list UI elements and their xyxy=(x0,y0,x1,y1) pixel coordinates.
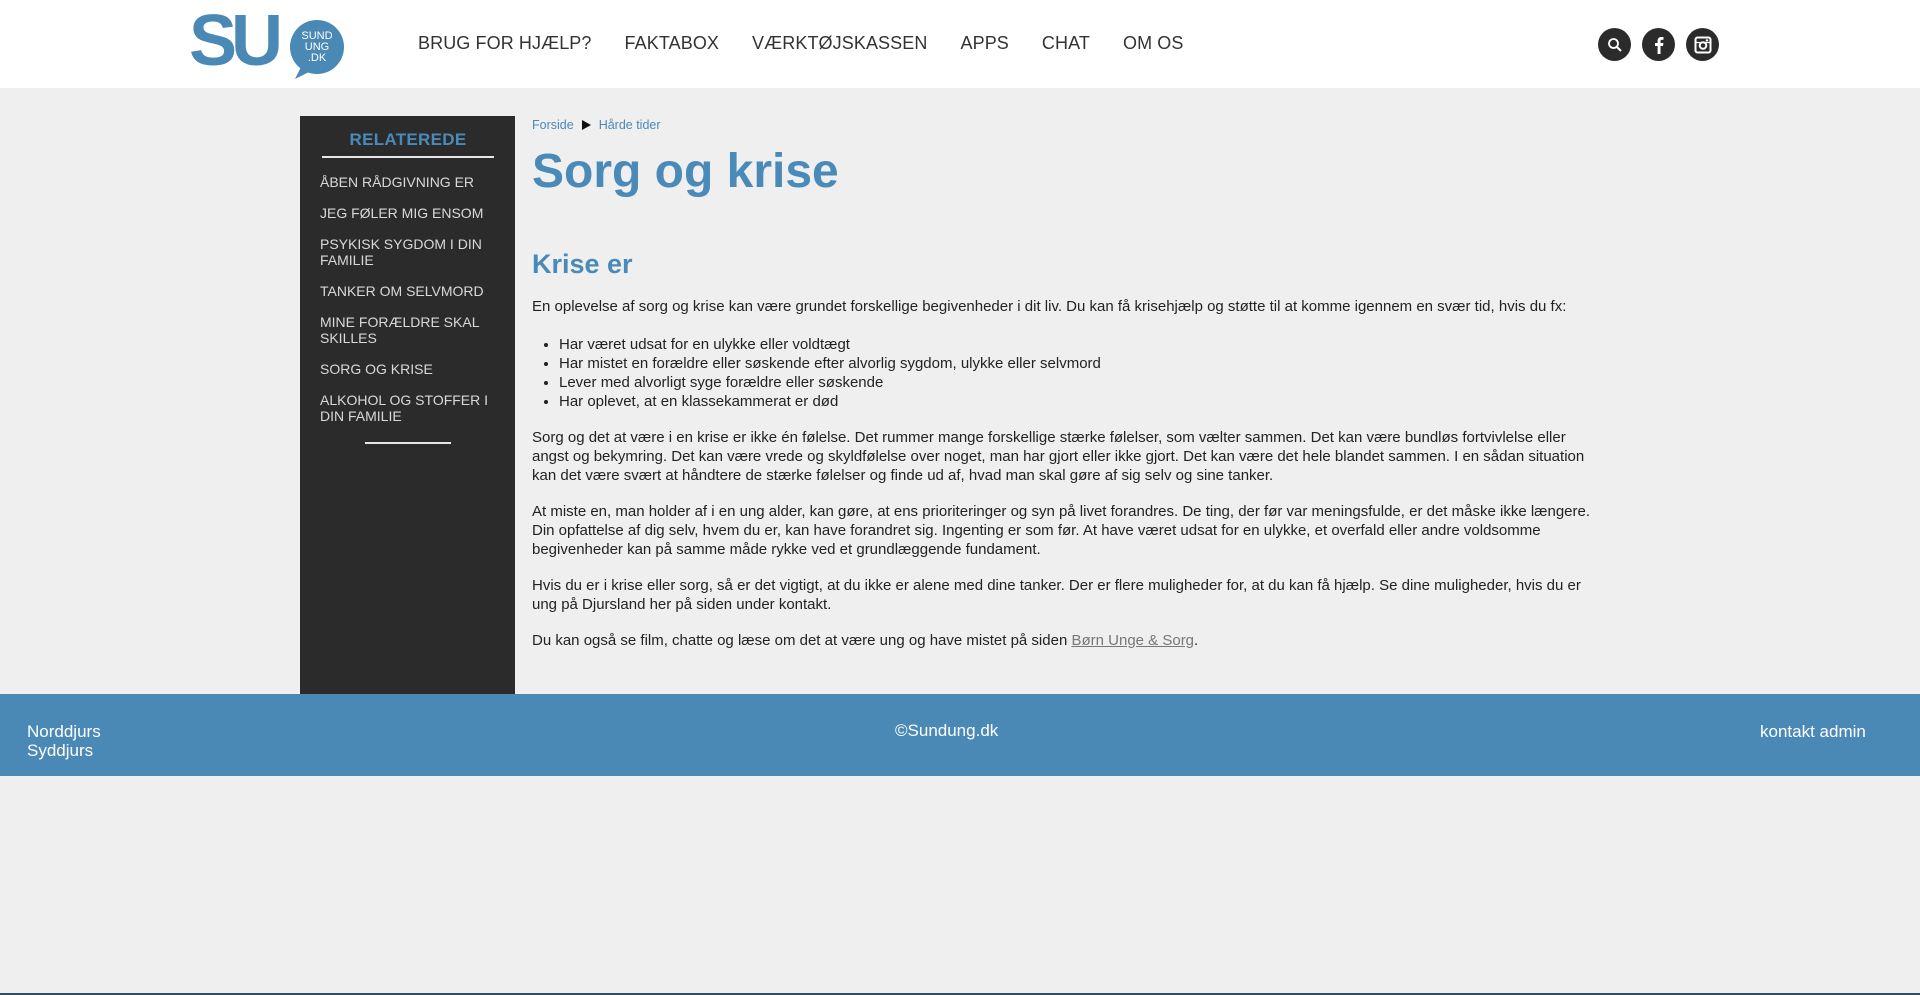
facebook-button[interactable] xyxy=(1642,28,1675,61)
sidebar-divider-bottom xyxy=(365,442,451,444)
related-list: ÅBEN RÅDGIVNING ER JEG FØLER MIG ENSOM P… xyxy=(320,174,502,439)
article-content: Forside Hårde tider Sorg og krise Krise … xyxy=(532,116,1606,650)
search-button[interactable] xyxy=(1598,28,1631,61)
sidebar-title: RELATEREDE xyxy=(349,130,467,149)
svg-text:.DK: .DK xyxy=(308,52,327,64)
search-icon xyxy=(1607,37,1622,52)
sidebar-item-selvmord[interactable]: TANKER OM SELVMORD xyxy=(320,283,502,299)
footer-norddjurs: Norddjurs xyxy=(27,722,101,741)
nav-item-chat[interactable]: CHAT xyxy=(1042,30,1090,56)
list-item: Har oplevet, at en klassekammerat er død xyxy=(559,392,1606,411)
svg-text:SU: SU xyxy=(189,9,279,79)
instagram-icon xyxy=(1694,36,1711,53)
sidebar-item-sorg-og-krise[interactable]: SORG OG KRISE xyxy=(320,361,502,377)
boern-unge-sorg-link[interactable]: Børn Unge & Sorg xyxy=(1071,632,1194,649)
breadcrumb-home[interactable]: Forside xyxy=(532,118,574,132)
section-heading: Krise er xyxy=(532,249,633,279)
sidebar-item-psykisk-sygdom[interactable]: PSYKISK SYGDOM I DIN FAMILIE xyxy=(320,236,502,268)
footer-syddjurs: Syddjurs xyxy=(27,741,94,760)
footer-municipalities: Norddjurs Syddjurs xyxy=(27,722,101,760)
paragraph-link: Du kan også se film, chatte og læse om d… xyxy=(532,631,1606,650)
intro-paragraph: En oplevelse af sorg og krise kan være g… xyxy=(532,298,1567,315)
related-sidebar: RELATEREDE ÅBEN RÅDGIVNING ER JEG FØLER … xyxy=(300,116,515,694)
sundung-logo[interactable]: SU SUND UNG .DK xyxy=(189,9,349,79)
sidebar-item-ensom[interactable]: JEG FØLER MIG ENSOM xyxy=(320,205,502,221)
list-item: Har mistet en forældre eller søskende ef… xyxy=(559,354,1606,373)
breadcrumb-current[interactable]: Hårde tider xyxy=(599,118,661,132)
sidebar-divider xyxy=(322,156,494,158)
paragraph-loss: At miste en, man holder af i en ung alde… xyxy=(532,503,1591,558)
site-footer: Norddjurs Syddjurs ©Sundung.dk kontakt a… xyxy=(0,694,1920,776)
page-title: Sorg og krise xyxy=(532,145,839,198)
nav-item-vaerktoejskassen[interactable]: VÆRKTØJSKASSEN xyxy=(752,30,927,56)
nav-item-om-os[interactable]: OM OS xyxy=(1123,30,1184,56)
site-header: SU SUND UNG .DK BRUG FOR HJÆLP? FAKTABOX… xyxy=(0,0,1920,88)
facebook-icon xyxy=(1654,36,1663,54)
nav-item-faktabox[interactable]: FAKTABOX xyxy=(625,30,720,56)
nav-item-apps[interactable]: APPS xyxy=(960,30,1008,56)
sidebar-item-alkohol[interactable]: ALKOHOL OG STOFFER I DIN FAMILIE xyxy=(320,392,502,424)
sidebar-item-aaben-raadgivning[interactable]: ÅBEN RÅDGIVNING ER xyxy=(320,174,502,190)
paragraph-help: Hvis du er i krise eller sorg, så er det… xyxy=(532,577,1581,613)
footer-admin-link[interactable]: kontakt admin xyxy=(1760,722,1866,742)
social-links xyxy=(1598,28,1719,61)
nav-item-brug-for-hjaelp[interactable]: BRUG FOR HJÆLP? xyxy=(418,30,592,56)
list-item: Lever med alvorligt syge forældre eller … xyxy=(559,373,1606,392)
instagram-button[interactable] xyxy=(1686,28,1719,61)
link-prefix-text: Du kan også se film, chatte og læse om d… xyxy=(532,632,1072,649)
link-suffix-text: . xyxy=(1194,632,1199,649)
footer-copyright: ©Sundung.dk xyxy=(895,721,999,740)
situation-list: Har været udsat for en ulykke eller vold… xyxy=(532,335,1606,411)
main-nav: BRUG FOR HJÆLP? FAKTABOX VÆRKTØJSKASSEN … xyxy=(418,30,1184,56)
sidebar-item-skilles[interactable]: MINE FORÆLDRE SKAL SKILLES xyxy=(320,314,502,346)
breadcrumb-arrow-icon xyxy=(581,120,591,130)
list-item: Har været udsat for en ulykke eller vold… xyxy=(559,335,1606,354)
paragraph-feelings: Sorg og det at være i en krise er ikke é… xyxy=(532,429,1585,484)
breadcrumb: Forside Hårde tider xyxy=(532,118,1606,132)
